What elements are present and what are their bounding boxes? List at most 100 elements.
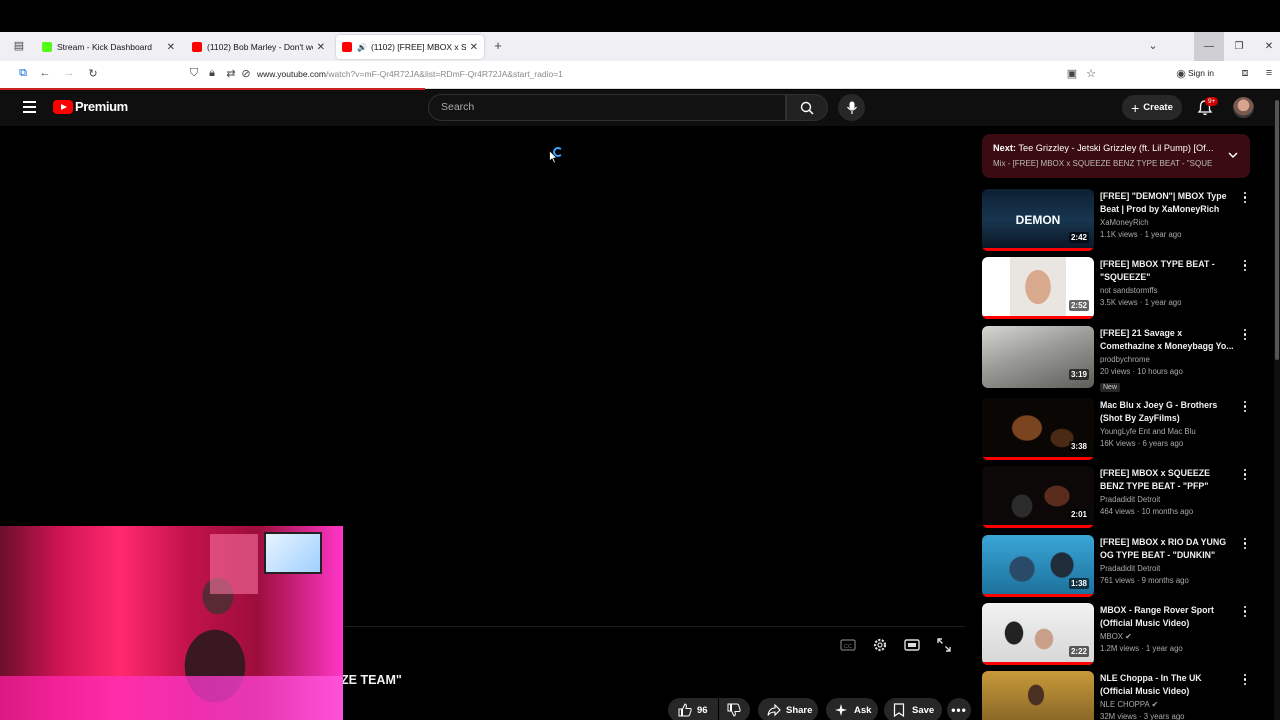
more-options-icon[interactable]	[1241, 469, 1249, 483]
bookmark-star-icon[interactable]: ☆	[1084, 67, 1098, 80]
search-input[interactable]	[441, 101, 761, 113]
video-info: NLE Choppa - In The UK (Official Music V…	[1100, 672, 1236, 720]
tab-list-icon[interactable]: ▤	[12, 39, 26, 52]
extensions-icon[interactable]: ⧈	[1238, 67, 1252, 80]
list-item[interactable]: DEMON 2:42 [FREE] "DEMON"| MBOX Type Bea…	[982, 189, 1262, 255]
video-title[interactable]: MBOX - Range Rover Sport (Official Music…	[1100, 604, 1236, 630]
guide-menu-icon[interactable]	[23, 101, 36, 116]
reader-view-icon[interactable]: ▣	[1065, 67, 1079, 80]
more-options-icon[interactable]	[1241, 192, 1249, 206]
more-options-icon[interactable]	[1241, 538, 1249, 552]
avatar[interactable]	[1233, 97, 1254, 118]
account-icon[interactable]: ◉	[1174, 67, 1188, 80]
autoplay-blocked-icon[interactable]: ⊘	[239, 67, 253, 80]
dislike-button[interactable]	[719, 698, 750, 720]
close-tab-icon[interactable]: ✕	[317, 42, 325, 53]
sidebar-toggle-icon[interactable]: ⧉	[16, 67, 30, 80]
list-item[interactable]: 2:52 [FREE] MBOX TYPE BEAT - "SQUEEZE" n…	[982, 257, 1262, 323]
speaker-icon[interactable]: 🔊	[357, 43, 367, 52]
back-icon[interactable]: ←	[38, 67, 52, 79]
channel-name[interactable]: Pradadidit Detroit	[1100, 495, 1236, 504]
close-tab-icon[interactable]: ✕	[167, 42, 175, 53]
tab-mbox-active[interactable]: 🔊 (1102) [FREE] MBOX x SQU ✕	[336, 35, 484, 59]
channel-name[interactable]: not sandstormffs	[1100, 286, 1236, 295]
forward-icon[interactable]: →	[62, 67, 76, 79]
menu-icon[interactable]: ≡	[1262, 67, 1276, 79]
video-title[interactable]: NLE Choppa - In The UK (Official Music V…	[1100, 672, 1236, 698]
more-options-icon[interactable]	[1241, 329, 1249, 343]
list-item[interactable]: 2:01 [FREE] MBOX x SQUEEZE BENZ TYPE BEA…	[982, 466, 1262, 532]
close-tab-icon[interactable]: ✕	[470, 42, 478, 53]
video-title[interactable]: [FREE] MBOX TYPE BEAT - "SQUEEZE"	[1100, 258, 1236, 284]
more-actions-button[interactable]: •••	[947, 698, 971, 720]
more-options-icon[interactable]	[1241, 674, 1249, 688]
video-title[interactable]: [FREE] MBOX x RIO DA YUNG OG TYPE BEAT -…	[1100, 536, 1236, 562]
video-title[interactable]: [FREE] MBOX x SQUEEZE BENZ TYPE BEAT - "…	[1100, 467, 1236, 493]
youtube-premium-logo[interactable]: Premium	[53, 99, 128, 114]
search-box	[428, 94, 786, 121]
settings-gear-icon[interactable]	[872, 637, 888, 653]
video-title[interactable]: Mac Blu x Joey G - Brothers (Shot By Zay…	[1100, 399, 1236, 425]
minimize-button[interactable]: —	[1194, 32, 1224, 61]
chevron-down-icon[interactable]	[1227, 149, 1239, 161]
list-item[interactable]: 3:19 [FREE] 21 Savage x Comethazine x Mo…	[982, 326, 1262, 392]
page-scrollbar[interactable]	[1274, 90, 1280, 720]
thumbs-down-icon	[727, 703, 741, 717]
maximize-button[interactable]: ❐	[1224, 32, 1254, 61]
channel-name[interactable]: prodbychrome	[1100, 355, 1236, 364]
list-item[interactable]: 2:22 MBOX - Range Rover Sport (Official …	[982, 603, 1262, 669]
video-thumbnail[interactable]	[982, 671, 1094, 720]
lock-icon[interactable]: 🔒︎	[205, 67, 219, 80]
mouse-cursor-icon	[549, 150, 558, 164]
video-title[interactable]: [FREE] "DEMON"| MBOX Type Beat | Prod by…	[1100, 190, 1236, 216]
channel-name[interactable]: NLE CHOPPA ✔	[1100, 700, 1236, 709]
channel-name[interactable]: YoungLyfe Ent and Mac Blu	[1100, 427, 1236, 436]
reload-icon[interactable]: ↻	[86, 67, 100, 80]
video-thumbnail[interactable]: 2:52	[982, 257, 1094, 319]
scrollbar-thumb[interactable]	[1275, 100, 1279, 360]
more-options-icon[interactable]	[1241, 606, 1249, 620]
like-button[interactable]: 96	[668, 698, 718, 720]
tab-bob-marley[interactable]: (1102) Bob Marley - Don't worr ✕	[186, 35, 331, 59]
channel-name[interactable]: Pradadidit Detroit	[1100, 564, 1236, 573]
tab-kick-dashboard[interactable]: Stream - Kick Dashboard ✕	[36, 35, 181, 59]
svg-text:CC: CC	[844, 644, 852, 650]
video-thumbnail[interactable]: 2:22	[982, 603, 1094, 665]
url-path: /watch?v=mF-Qr4R72JA&list=RDmF-Qr4R72JA&…	[325, 69, 563, 79]
list-item[interactable]: NLE Choppa - In The UK (Official Music V…	[982, 671, 1262, 720]
video-info: [FREE] "DEMON"| MBOX Type Beat | Prod by…	[1100, 190, 1236, 239]
more-options-icon[interactable]	[1241, 260, 1249, 274]
video-thumbnail[interactable]: DEMON 2:42	[982, 189, 1094, 251]
list-item[interactable]: 3:38 Mac Blu x Joey G - Brothers (Shot B…	[982, 398, 1262, 464]
close-window-button[interactable]: ✕	[1254, 32, 1280, 61]
more-options-icon[interactable]	[1241, 401, 1249, 415]
url-bar[interactable]: www.youtube.com/watch?v=mF-Qr4R72JA&list…	[257, 69, 563, 79]
tab-overflow-chevron-icon[interactable]: ⌄	[1146, 39, 1160, 52]
search-button[interactable]	[786, 94, 828, 121]
share-button[interactable]: Share	[758, 698, 818, 720]
sign-in-button[interactable]: Sign in	[1188, 68, 1214, 78]
more-dots-icon: •••	[951, 703, 967, 717]
list-item[interactable]: 1:38 [FREE] MBOX x RIO DA YUNG OG TYPE B…	[982, 535, 1262, 601]
up-next-playlist-card[interactable]: Next: Tee Grizzley - Jetski Grizzley (ft…	[982, 134, 1250, 178]
voice-search-button[interactable]	[838, 94, 865, 121]
new-tab-icon[interactable]: +	[491, 38, 505, 53]
create-button[interactable]: + Create	[1122, 95, 1182, 120]
video-thumbnail[interactable]: 1:38	[982, 535, 1094, 597]
fullscreen-icon[interactable]	[936, 637, 952, 653]
video-meta: 1.2M views · 1 year ago	[1100, 644, 1183, 653]
ask-button[interactable]: Ask	[826, 698, 878, 720]
captions-icon[interactable]: CC	[840, 637, 856, 653]
next-title: Tee Grizzley - Jetski Grizzley (ft. Lil …	[1018, 143, 1213, 153]
video-thumbnail[interactable]: 2:01	[982, 466, 1094, 528]
channel-name[interactable]: XaMoneyRich	[1100, 218, 1236, 227]
shield-icon[interactable]: ⛉	[187, 67, 201, 80]
player-progress-bar[interactable]	[345, 626, 965, 627]
video-thumbnail[interactable]: 3:38	[982, 398, 1094, 460]
channel-name[interactable]: MBOX ✔	[1100, 632, 1236, 641]
video-thumbnail[interactable]: 3:19	[982, 326, 1094, 388]
video-title[interactable]: [FREE] 21 Savage x Comethazine x Moneyba…	[1100, 327, 1236, 353]
theater-mode-icon[interactable]	[904, 637, 920, 653]
save-button[interactable]: Save	[884, 698, 942, 720]
permissions-icon[interactable]: ⇄	[224, 67, 238, 80]
